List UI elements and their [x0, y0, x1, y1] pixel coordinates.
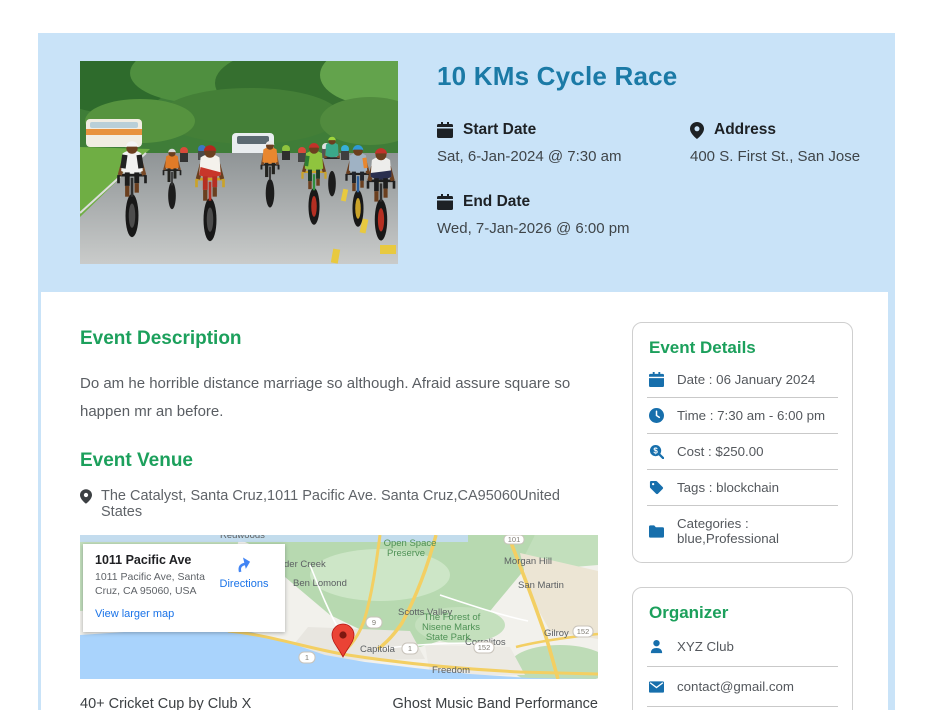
tag-icon	[649, 480, 664, 495]
organizer-row-name: XYZ Club	[647, 627, 838, 666]
end-date-label: End Date	[463, 193, 530, 211]
description-heading: Event Description	[80, 328, 598, 350]
sidebar: Event Details Date : 06 January 2024 Tim…	[632, 322, 853, 710]
detail-cost-text: Cost : $250.00	[677, 444, 764, 459]
detail-categories-text: Categories : blue,Professional	[677, 516, 836, 546]
folder-icon	[649, 525, 664, 538]
address-label: Address	[714, 121, 776, 139]
directions-icon	[234, 555, 254, 575]
map-label-morgan-hill: Morgan Hill	[504, 556, 552, 567]
address-column: Address 400 S. First St., San Jose	[690, 121, 895, 237]
directions-button[interactable]: Directions	[213, 555, 275, 590]
calendar-icon	[649, 372, 664, 387]
detail-time-text: Time : 7:30 am - 6:00 pm	[677, 408, 825, 423]
detail-date-text: Date : 06 January 2024	[677, 372, 815, 387]
route-shield-9: 9	[372, 618, 376, 627]
calendar-icon	[437, 194, 453, 210]
start-date-label: Start Date	[463, 121, 536, 139]
organizer-card: Organizer XYZ Club contact@gmai	[632, 587, 853, 710]
start-end-column: Start Date Sat, 6-Jan-2024 @ 7:30 am End…	[437, 121, 690, 237]
map-label-gilroy: Gilroy	[544, 628, 569, 639]
detail-row-tags: Tags : blockchain	[647, 469, 838, 505]
map-label-capitola: Capitola	[360, 644, 396, 655]
dollar-search-icon: $	[649, 444, 664, 459]
calendar-icon	[437, 122, 453, 138]
embedded-map[interactable]: Redwoods Boulder Creek Ben Lomond Scotts…	[80, 535, 598, 679]
detail-row-cost: $ Cost : $250.00	[647, 433, 838, 469]
svg-text:$: $	[653, 446, 658, 455]
organizer-row-email: contact@gmail.com	[647, 666, 838, 706]
route-shield-152b: 152	[577, 627, 590, 636]
start-date-value: Sat, 6-Jan-2024 @ 7:30 am	[437, 148, 690, 165]
event-header: 10 KMs Cycle Race Start Date Sat, 6-Jan-…	[38, 33, 895, 292]
map-label-freedom: Freedom	[432, 665, 470, 676]
end-date-label-row: End Date	[437, 193, 690, 211]
organizer-heading: Organizer	[649, 603, 838, 623]
event-nav-links: 40+ Cricket Cup by Club X Ghost Music Ba…	[80, 696, 598, 710]
event-page: 10 KMs Cycle Race Start Date Sat, 6-Jan-…	[0, 0, 930, 710]
detail-row-date: Date : 06 January 2024	[647, 362, 838, 397]
start-date-block: Start Date Sat, 6-Jan-2024 @ 7:30 am	[437, 121, 690, 165]
organizer-email: contact@gmail.com	[677, 679, 794, 694]
map-label-redwoods: Redwoods	[220, 535, 265, 541]
organizer-row-phone: +1 865-444-3457	[647, 706, 838, 710]
page-title: 10 KMs Cycle Race	[437, 61, 895, 92]
person-icon	[649, 639, 664, 654]
event-details-heading: Event Details	[649, 338, 838, 358]
event-hero-image	[80, 61, 398, 264]
route-shield-101: 101	[508, 535, 521, 544]
venue-address-row: The Catalyst, Santa Cruz,1011 Pacific Av…	[80, 488, 598, 520]
description-text: Do am he horrible distance marriage so a…	[80, 370, 598, 426]
next-event-link[interactable]: Ghost Music Band Performance	[392, 696, 598, 710]
detail-row-categories: Categories : blue,Professional	[647, 505, 838, 556]
end-date-block: End Date Wed, 7-Jan-2026 @ 6:00 pm	[437, 193, 690, 237]
event-details-card: Event Details Date : 06 January 2024 Tim…	[632, 322, 853, 563]
event-header-info: 10 KMs Cycle Race Start Date Sat, 6-Jan-…	[437, 61, 895, 292]
detail-row-time: Time : 7:30 am - 6:00 pm	[647, 397, 838, 433]
map-label-san-martin: San Martin	[518, 580, 564, 591]
clock-icon	[649, 408, 664, 423]
organizer-name: XYZ Club	[677, 639, 734, 654]
map-info-card: 1011 Pacific Ave 1011 Pacific Ave, Santa…	[83, 544, 285, 632]
prev-event-link[interactable]: 40+ Cricket Cup by Club X	[80, 696, 251, 710]
map-label-ben-lomond: Ben Lomond	[293, 578, 347, 589]
content-card: Event Description Do am he horrible dist…	[41, 292, 888, 710]
address-label-row: Address	[690, 121, 895, 139]
venue-heading: Event Venue	[80, 450, 598, 472]
envelope-icon	[649, 681, 664, 693]
map-label-preserve: Preserve	[387, 548, 425, 559]
header-meta-grid: Start Date Sat, 6-Jan-2024 @ 7:30 am End…	[437, 121, 895, 237]
event-panel: 10 KMs Cycle Race Start Date Sat, 6-Jan-…	[38, 33, 895, 710]
view-larger-map-link[interactable]: View larger map	[95, 608, 174, 620]
start-date-label-row: Start Date	[437, 121, 690, 139]
end-date-value: Wed, 7-Jan-2026 @ 6:00 pm	[437, 220, 690, 237]
venue-address: The Catalyst, Santa Cruz,1011 Pacific Av…	[101, 488, 598, 520]
detail-tags-text: Tags : blockchain	[677, 480, 779, 495]
directions-label: Directions	[220, 578, 269, 590]
route-shield-1: 1	[408, 644, 412, 653]
map-card-address: 1011 Pacific Ave, Santa Cruz, CA 95060, …	[95, 570, 230, 599]
route-shield-152: 152	[478, 643, 491, 652]
location-pin-icon	[690, 122, 704, 139]
map-label-forest-3: State Park	[426, 632, 471, 643]
main-column: Event Description Do am he horrible dist…	[80, 322, 598, 710]
address-value: 400 S. First St., San Jose	[690, 148, 895, 165]
location-pin-icon	[80, 489, 92, 504]
route-shield-1b: 1	[305, 653, 309, 662]
